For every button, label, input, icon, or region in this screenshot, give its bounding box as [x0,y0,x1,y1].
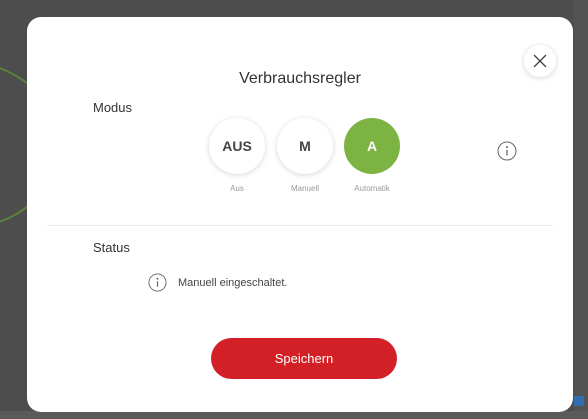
consumption-regulator-dialog: Verbrauchsregler Modus AUS Aus M Manuell… [27,17,573,412]
mode-automatic-button[interactable]: A [344,118,400,174]
mode-info-button[interactable] [496,140,518,162]
section-divider [47,225,553,226]
mode-manual-caption: Manuell [290,184,319,193]
mode-automatic-caption: Automatik [354,184,390,193]
status-info-icon-wrap [147,272,167,292]
mode-section-label: Modus [93,100,133,115]
background-footer [0,411,588,419]
mode-off-caption: Aus [230,184,244,193]
status-message: Manuell eingeschaltet. [178,277,288,289]
info-icon [497,141,517,161]
background-marker [574,396,584,406]
save-button[interactable]: Speichern [211,338,397,379]
background-scrollbar [574,0,588,419]
close-button[interactable] [524,45,556,77]
info-icon [147,272,167,292]
mode-off-button[interactable]: AUS [209,118,265,174]
dialog-title: Verbrauchsregler [239,70,361,87]
close-icon [533,54,547,68]
mode-manual-button[interactable]: M [277,118,333,174]
status-section-label: Status [93,240,130,255]
